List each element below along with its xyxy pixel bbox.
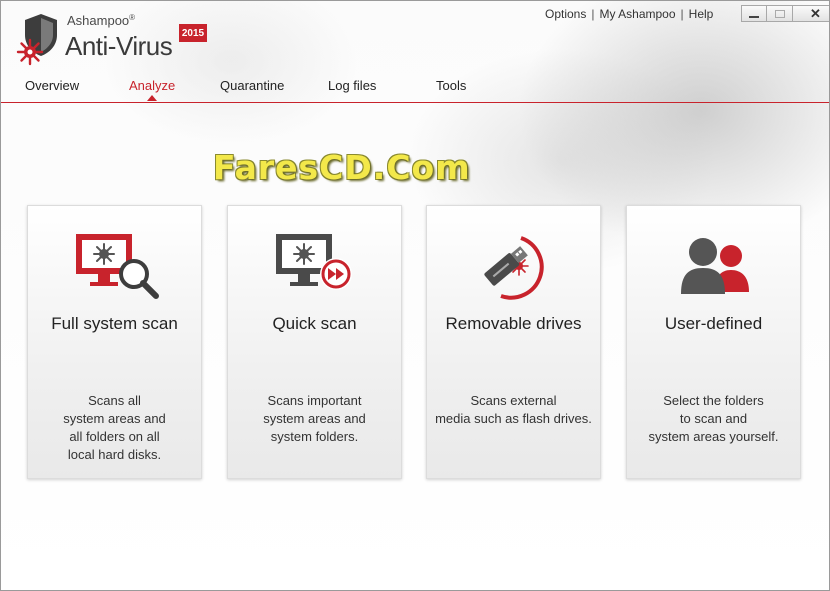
card-description: Select the folders to scan and system ar…: [635, 392, 792, 446]
desc-line: to scan and: [679, 411, 748, 426]
product-name: Anti-Virus: [65, 31, 173, 61]
desc-line: Scans all: [88, 393, 141, 408]
full-system-scan-card[interactable]: Full system scan Scans all system areas …: [27, 205, 202, 479]
desc-line: system areas and: [63, 411, 166, 426]
link-separator: |: [591, 7, 595, 21]
maximize-icon: [774, 9, 785, 18]
card-title: User-defined: [664, 314, 763, 333]
tab-quarantine[interactable]: Quarantine: [220, 78, 284, 93]
card-title: Quick scan: [272, 314, 357, 333]
tab-bar: Overview Analyze Quarantine Log files To…: [1, 75, 829, 103]
removable-drives-card[interactable]: Removable drives Scans external media su…: [426, 205, 601, 479]
brand-name: Ashampoo®: [67, 13, 136, 28]
card-title: Removable drives: [445, 314, 582, 333]
desc-line: system areas yourself.: [648, 429, 779, 444]
tab-analyze[interactable]: Analyze: [129, 78, 175, 93]
desc-line: Scans external: [470, 393, 557, 408]
desc-line: system folders.: [270, 429, 359, 444]
maximize-button[interactable]: [767, 5, 793, 22]
desc-line: media such as flash drives.: [435, 411, 592, 426]
user-defined-card[interactable]: User-defined Select the folders to scan …: [626, 205, 801, 479]
tab-log-files[interactable]: Log files: [328, 78, 376, 93]
desc-line: Scans important: [267, 393, 362, 408]
app-logo: Ashampoo® Anti-Virus 2015: [9, 11, 207, 67]
desc-line: system areas and: [263, 411, 366, 426]
tab-tools[interactable]: Tools: [436, 78, 466, 93]
virus-icon: [16, 38, 44, 66]
card-description: Scans important system areas and system …: [236, 392, 393, 446]
active-tab-indicator: [147, 95, 157, 101]
monitor-fast-forward-icon: [276, 234, 352, 290]
minimize-button[interactable]: [741, 5, 767, 22]
desc-line: all folders on all: [69, 429, 160, 444]
help-link[interactable]: Help: [689, 7, 714, 21]
quick-scan-card[interactable]: Quick scan Scans important system areas …: [227, 205, 402, 479]
card-description: Scans all system areas and all folders o…: [36, 392, 193, 464]
watermark-text: FaresCD.Com: [213, 148, 471, 187]
usb-drive-icon: [484, 236, 544, 300]
minimize-icon: [749, 15, 759, 18]
my-ashampoo-link[interactable]: My Ashampoo: [599, 7, 675, 21]
top-links: Options | My Ashampoo | Help: [545, 7, 713, 21]
link-separator: |: [680, 7, 684, 21]
desc-line: Select the folders: [663, 393, 764, 408]
window-controls: ✕: [741, 5, 829, 22]
main-window: Ashampoo® Anti-Virus 2015 Options | My A…: [0, 0, 830, 591]
options-link[interactable]: Options: [545, 7, 586, 21]
close-button[interactable]: ✕: [793, 5, 829, 22]
users-icon: [681, 238, 749, 294]
card-title: Full system scan: [51, 314, 178, 333]
year-badge: 2015: [179, 24, 207, 42]
tab-overview[interactable]: Overview: [25, 78, 79, 93]
desc-line: local hard disks.: [67, 447, 162, 462]
monitor-magnifier-icon: [76, 234, 159, 299]
card-description: Scans external media such as flash drive…: [435, 392, 592, 428]
